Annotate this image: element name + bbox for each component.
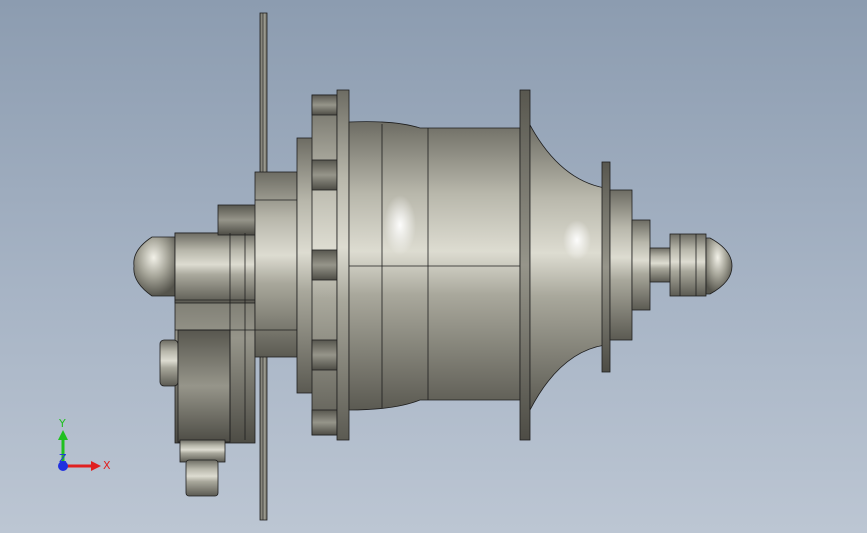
hub-assembly-model[interactable]: Y X Z bbox=[0, 0, 867, 533]
triad-z-label: Z bbox=[59, 452, 67, 465]
disc-mount-adapter bbox=[254, 137, 314, 394]
triad-y-label: Y bbox=[58, 417, 66, 430]
right-axle bbox=[649, 233, 733, 297]
sprocket bbox=[601, 161, 651, 373]
triad-x-label: X bbox=[103, 459, 111, 472]
bolt-flange bbox=[311, 89, 350, 441]
left-axle-cap bbox=[133, 236, 179, 297]
coordinate-triad: Y X Z bbox=[58, 417, 111, 472]
graphics-viewport[interactable]: Y X Z bbox=[0, 0, 867, 533]
